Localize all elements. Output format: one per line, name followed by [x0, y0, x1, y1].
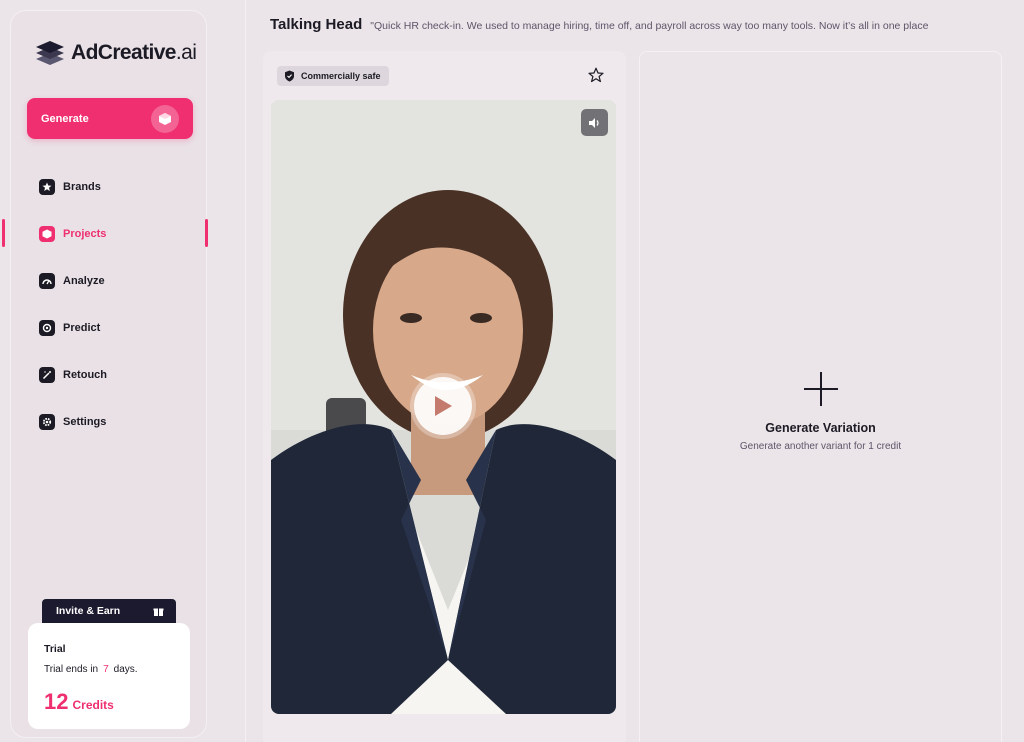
- video-player[interactable]: [271, 100, 616, 714]
- shield-icon: [285, 70, 294, 82]
- favorite-star-icon[interactable]: [588, 67, 604, 83]
- gift-icon: [153, 608, 164, 616]
- script-preview: "Quick HR check-in. We used to manage hi…: [370, 20, 929, 32]
- page-header: Talking Head "Quick HR check-in. We used…: [270, 16, 928, 33]
- gear-icon: [39, 413, 55, 430]
- trial-days: 7: [103, 664, 109, 675]
- logo-stack-icon: [36, 41, 64, 65]
- generate-variation-subtitle: Generate another variant for 1 credit: [739, 441, 902, 452]
- invite-earn-button[interactable]: Invite & Earn: [42, 599, 176, 623]
- active-indicator: [2, 219, 5, 247]
- sidebar-item-label: Brands: [63, 180, 101, 193]
- credits-label: Credits: [72, 698, 114, 712]
- wand-icon: [39, 366, 55, 383]
- trial-card: Trial Trial ends in 7 days. 12 Credits: [28, 623, 190, 729]
- predict-icon: [39, 319, 55, 336]
- badge-label: Commercially safe: [301, 71, 381, 81]
- sidebar-item-label: Settings: [63, 415, 107, 428]
- generate-button[interactable]: Generate: [27, 98, 193, 139]
- sidebar-item-analyze[interactable]: Analyze: [11, 257, 208, 304]
- credits-display: 12 Credits: [44, 689, 174, 715]
- sidebar-item-label: Predict: [63, 321, 101, 334]
- sidebar-item-brands[interactable]: Brands: [11, 163, 208, 210]
- sidebar-item-predict[interactable]: Predict: [11, 304, 208, 351]
- sidebar-item-projects[interactable]: Projects: [2, 210, 208, 257]
- trial-title: Trial: [44, 643, 66, 655]
- trial-text: Trial ends in 7 days.: [44, 664, 138, 675]
- play-button[interactable]: [414, 377, 472, 435]
- generate-variation-title: Generate Variation: [765, 421, 876, 435]
- sidebar: AdCreative.ai Generate Brands Projects A…: [2, 10, 208, 738]
- logo[interactable]: AdCreative.ai: [35, 39, 197, 67]
- invite-label: Invite & Earn: [56, 605, 121, 617]
- generate-variation-panel[interactable]: Generate Variation Generate another vari…: [639, 51, 1002, 742]
- active-indicator: [205, 219, 208, 247]
- plus-icon: [804, 372, 838, 406]
- sidebar-item-retouch[interactable]: Retouch: [11, 351, 208, 398]
- cube-icon: [39, 225, 55, 242]
- sidebar-item-label: Projects: [63, 227, 107, 240]
- generate-label: Generate: [41, 112, 89, 125]
- main-divider: [245, 0, 246, 742]
- commercially-safe-badge: Commercially safe: [277, 66, 389, 86]
- volume-button[interactable]: [581, 109, 608, 136]
- sidebar-nav: Brands Projects Analyze Predict Retouch …: [2, 163, 208, 445]
- sidebar-item-label: Retouch: [63, 368, 107, 381]
- sidebar-item-label: Analyze: [63, 274, 105, 287]
- logo-text: AdCreative.ai: [71, 41, 197, 64]
- play-icon: [435, 396, 452, 416]
- credits-count: 12: [44, 689, 69, 714]
- sidebar-item-settings[interactable]: Settings: [11, 398, 208, 445]
- star-icon: [39, 178, 55, 195]
- volume-icon: [589, 117, 599, 128]
- page-title: Talking Head: [270, 16, 363, 33]
- cube-icon: [151, 104, 179, 133]
- video-card: Commercially safe: [263, 51, 626, 742]
- gauge-icon: [39, 272, 55, 289]
